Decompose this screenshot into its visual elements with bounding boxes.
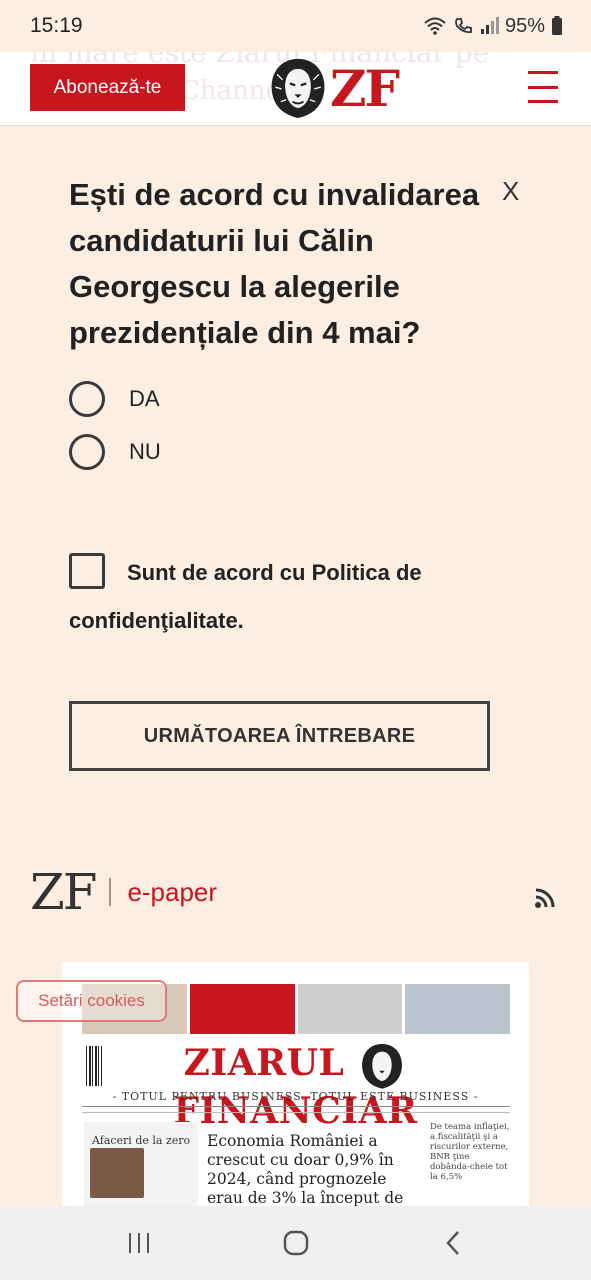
- logo-text: ZF: [330, 58, 400, 118]
- consent-checkbox[interactable]: [69, 553, 105, 590]
- home-icon[interactable]: [276, 1223, 316, 1263]
- cover-motto: - TOTUL PENTRU BUSINESS. TOTUL ESTE BUSI…: [112, 1090, 479, 1103]
- epaper-header: ZF e-paper: [30, 862, 560, 922]
- rss-icon[interactable]: [534, 887, 556, 909]
- status-time: 15:19: [30, 14, 83, 37]
- divider: [109, 878, 112, 906]
- divider: [82, 1106, 510, 1107]
- status-bar: 15:19 95%: [0, 0, 591, 52]
- poll-option-da[interactable]: DA: [69, 381, 160, 417]
- poll-option-label: NU: [129, 439, 161, 464]
- signal-icon: [480, 17, 499, 34]
- cover-masthead: ZIARUL FINANCIAR: [62, 1042, 529, 1132]
- battery-icon: [552, 16, 562, 35]
- next-question-button[interactable]: URMĂTOAREA ÎNTREBARE: [69, 701, 490, 771]
- recent-apps-icon[interactable]: [119, 1223, 159, 1263]
- radio-button[interactable]: [69, 434, 105, 470]
- subscribe-button[interactable]: Abonează-te: [30, 64, 185, 111]
- consent-row: Sunt de acord cu Politica de confidenţia…: [69, 549, 489, 645]
- epaper-logo: ZF: [30, 863, 97, 921]
- poll-option-label: DA: [129, 386, 160, 411]
- cover-side-title: Afaceri de la zero: [92, 1134, 191, 1147]
- poll-option-nu[interactable]: NU: [69, 434, 161, 470]
- cover-photo: [90, 1148, 144, 1198]
- back-icon[interactable]: [433, 1223, 473, 1263]
- battery-percent: 95%: [504, 14, 545, 37]
- lion-icon: [271, 58, 325, 118]
- zf-logo[interactable]: ZF: [268, 52, 400, 124]
- lion-icon: [362, 1044, 403, 1089]
- radio-button[interactable]: [69, 381, 105, 417]
- hamburger-menu-icon[interactable]: [528, 71, 558, 103]
- cover-side-text: De teama inflaţiei, a fiscalităţii şi a …: [430, 1122, 510, 1182]
- system-nav-bar: [0, 1206, 591, 1280]
- status-icons: 95%: [423, 15, 563, 38]
- wifi-icon: [424, 17, 446, 35]
- masthead-left: ZIARUL: [183, 1042, 345, 1084]
- wifi-call-icon: [455, 18, 472, 34]
- cookie-settings-button[interactable]: Setări cookies: [16, 980, 167, 1022]
- consent-label: Sunt de acord cu Politica de confidenţia…: [69, 560, 422, 633]
- divider: [82, 1112, 510, 1113]
- close-icon[interactable]: X: [502, 176, 519, 207]
- epaper-label[interactable]: e-paper: [127, 877, 217, 908]
- cover-headline: Economia României a crescut cu doar 0,9%…: [207, 1132, 404, 1212]
- site-header: in mare este Ziarul Financiar pe Channel…: [0, 52, 591, 126]
- poll-question: Ești de acord cu invalidarea candidaturi…: [69, 177, 480, 350]
